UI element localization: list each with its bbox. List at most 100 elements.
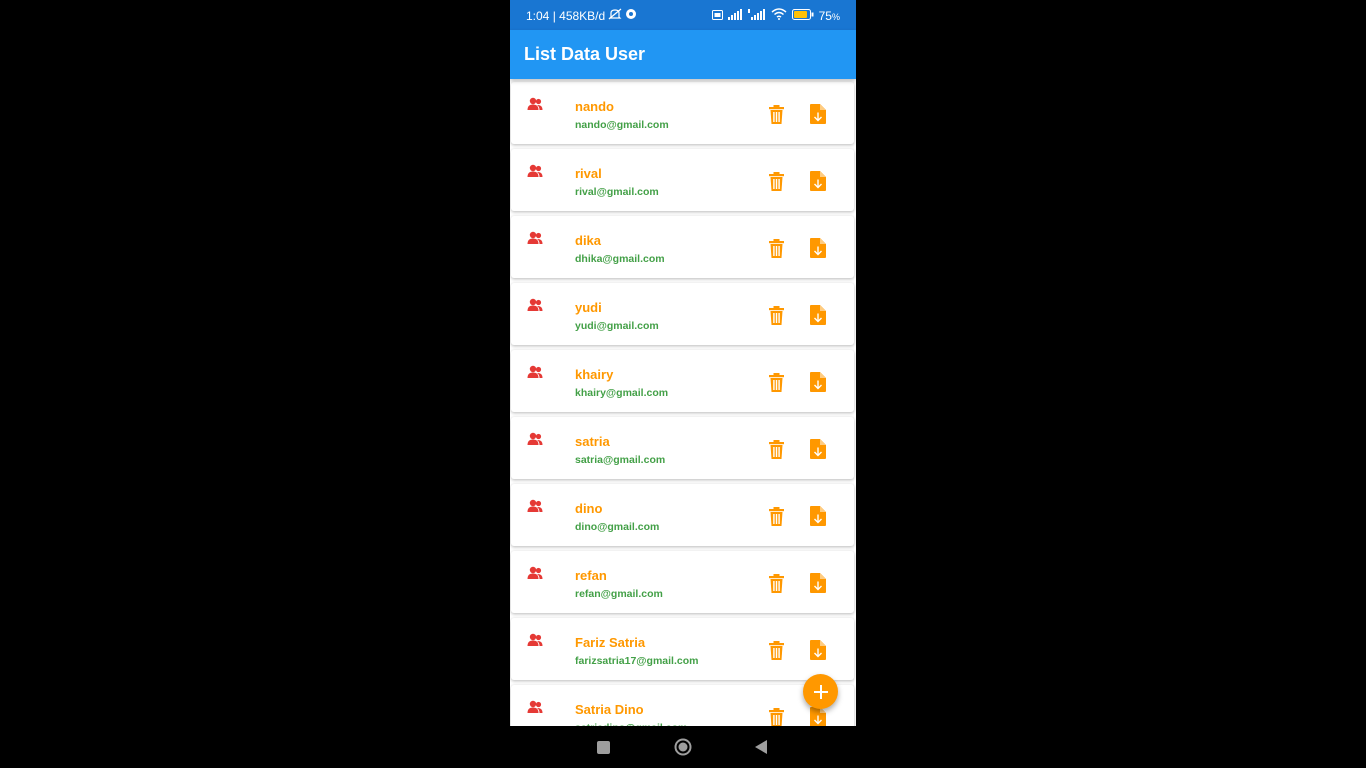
download-file-button[interactable] bbox=[807, 303, 829, 327]
download-file-button[interactable] bbox=[807, 571, 829, 595]
trash-icon bbox=[768, 104, 784, 124]
file-download-icon bbox=[810, 238, 826, 258]
user-email: khairy@gmail.com bbox=[575, 387, 669, 399]
recents-icon bbox=[596, 740, 610, 754]
signal-4g-icon bbox=[747, 8, 766, 23]
app-bar: List Data User bbox=[510, 30, 856, 79]
person-icon bbox=[527, 566, 543, 580]
phone-screen: 1:04 | 458KB/d 75% List Data User nando … bbox=[510, 0, 856, 768]
person-icon bbox=[527, 633, 543, 647]
list-item[interactable]: yudi yudi@gmail.com bbox=[511, 283, 854, 345]
delete-user-button[interactable] bbox=[765, 303, 787, 327]
user-name: yudi bbox=[575, 300, 602, 315]
delete-user-button[interactable] bbox=[765, 437, 787, 461]
back-button[interactable] bbox=[751, 737, 771, 757]
user-email: nando@gmail.com bbox=[575, 119, 669, 131]
person-icon bbox=[527, 365, 543, 379]
download-file-button[interactable] bbox=[807, 370, 829, 394]
download-file-button[interactable] bbox=[807, 437, 829, 461]
trash-icon bbox=[768, 640, 784, 660]
user-name: refan bbox=[575, 568, 607, 583]
user-email: rival@gmail.com bbox=[575, 186, 659, 198]
list-item[interactable]: satria satria@gmail.com bbox=[511, 417, 854, 479]
user-name: Fariz Satria bbox=[575, 635, 646, 650]
delete-user-button[interactable] bbox=[765, 169, 787, 193]
user-name: nando bbox=[575, 99, 614, 114]
battery-unit: % bbox=[831, 11, 840, 22]
wifi-icon bbox=[771, 8, 787, 23]
list-item[interactable]: rival rival@gmail.com bbox=[511, 149, 854, 211]
home-button[interactable] bbox=[673, 737, 693, 757]
file-download-icon bbox=[810, 171, 826, 191]
person-icon bbox=[527, 298, 543, 312]
delete-user-button[interactable] bbox=[765, 370, 787, 394]
trash-icon bbox=[768, 707, 784, 726]
file-download-icon bbox=[810, 372, 826, 392]
trash-icon bbox=[768, 506, 784, 526]
trash-icon bbox=[768, 439, 784, 459]
list-item[interactable]: refan refan@gmail.com bbox=[511, 551, 854, 613]
battery-percent: 75 bbox=[818, 8, 832, 23]
delete-user-button[interactable] bbox=[765, 504, 787, 528]
user-email: refan@gmail.com bbox=[575, 588, 663, 600]
file-download-icon bbox=[810, 104, 826, 124]
person-icon bbox=[527, 499, 543, 513]
download-file-button[interactable] bbox=[807, 236, 829, 260]
file-download-icon bbox=[810, 439, 826, 459]
status-left: 1:04 | 458KB/d bbox=[526, 8, 637, 23]
signal-icon bbox=[727, 8, 743, 23]
battery-level: 75% bbox=[819, 9, 840, 23]
person-icon bbox=[527, 700, 543, 714]
recents-button[interactable] bbox=[593, 737, 613, 757]
user-name: dika bbox=[575, 233, 602, 248]
user-name: khairy bbox=[575, 367, 614, 382]
download-file-button[interactable] bbox=[807, 169, 829, 193]
file-download-icon bbox=[810, 640, 826, 660]
file-download-icon bbox=[810, 573, 826, 593]
person-icon bbox=[527, 231, 543, 245]
time-speed-text: 1:04 | 458KB/d bbox=[526, 8, 606, 23]
status-right: 75% bbox=[711, 8, 840, 23]
plus-icon bbox=[813, 684, 828, 699]
person-icon bbox=[527, 164, 543, 178]
list-item[interactable]: dika dhika@gmail.com bbox=[511, 216, 854, 278]
trash-icon bbox=[768, 238, 784, 258]
trash-icon bbox=[768, 171, 784, 191]
list-item[interactable]: dino dino@gmail.com bbox=[511, 484, 854, 546]
download-file-button[interactable] bbox=[807, 102, 829, 126]
user-list[interactable]: nando nando@gmail.com rival rival@gmail.com… bbox=[510, 79, 856, 726]
file-download-icon bbox=[810, 506, 826, 526]
list-item[interactable]: nando nando@gmail.com bbox=[511, 82, 854, 144]
add-user-button[interactable] bbox=[803, 674, 838, 709]
settings-badge-icon bbox=[625, 8, 637, 23]
list-item[interactable]: Fariz Satria farizsatria17@gmail.com bbox=[511, 618, 854, 680]
delete-user-button[interactable] bbox=[765, 638, 787, 662]
download-file-button[interactable] bbox=[807, 504, 829, 528]
battery-icon bbox=[791, 8, 814, 23]
user-email: dhika@gmail.com bbox=[575, 253, 665, 265]
status-bar: 1:04 | 458KB/d 75% bbox=[510, 0, 856, 30]
list-item[interactable]: khairy khairy@gmail.com bbox=[511, 350, 854, 412]
user-name: Satria Dino bbox=[575, 702, 644, 717]
back-icon bbox=[754, 740, 767, 754]
person-icon bbox=[527, 432, 543, 446]
delete-user-button[interactable] bbox=[765, 102, 787, 126]
delete-user-button[interactable] bbox=[765, 705, 787, 726]
user-name: satria bbox=[575, 434, 610, 449]
user-email: yudi@gmail.com bbox=[575, 320, 659, 332]
mute-icon bbox=[608, 8, 622, 23]
user-email: dino@gmail.com bbox=[575, 521, 660, 533]
volte-icon bbox=[711, 9, 723, 23]
delete-user-button[interactable] bbox=[765, 236, 787, 260]
person-icon bbox=[527, 97, 543, 111]
trash-icon bbox=[768, 573, 784, 593]
download-file-button[interactable] bbox=[807, 638, 829, 662]
file-download-icon bbox=[810, 305, 826, 325]
delete-user-button[interactable] bbox=[765, 571, 787, 595]
trash-icon bbox=[768, 305, 784, 325]
page-title: List Data User bbox=[524, 44, 646, 64]
user-name: dino bbox=[575, 501, 603, 516]
system-nav-bar bbox=[510, 726, 856, 768]
trash-icon bbox=[768, 372, 784, 392]
user-name: rival bbox=[575, 166, 602, 181]
